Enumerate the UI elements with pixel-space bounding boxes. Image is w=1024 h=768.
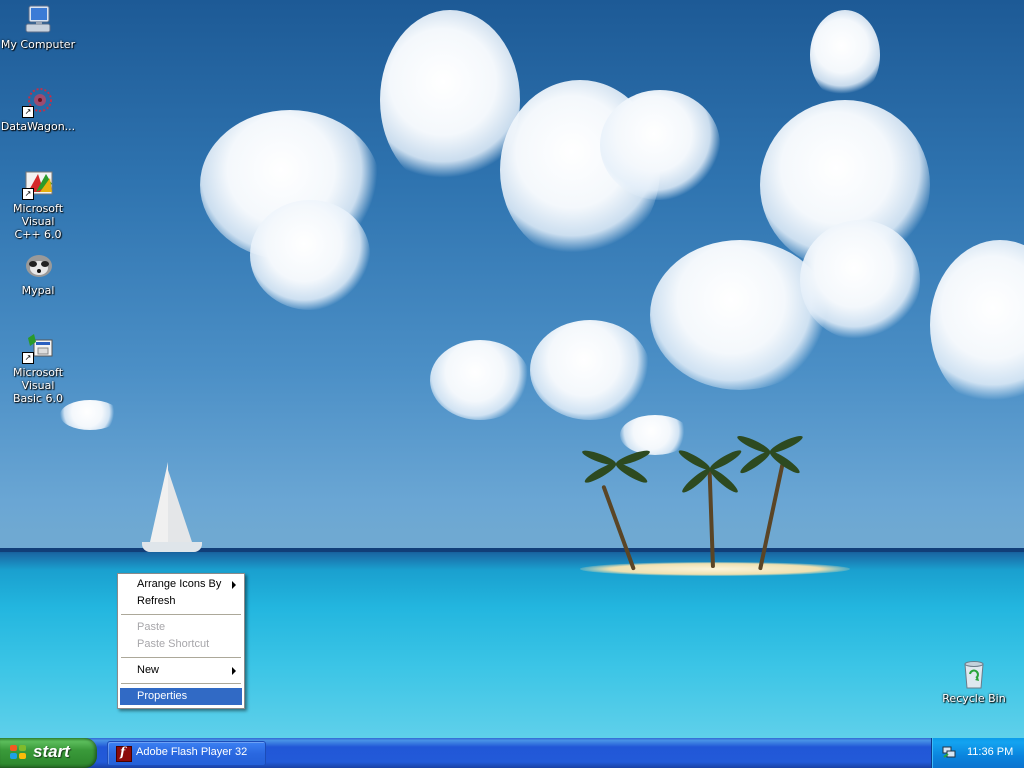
cloud bbox=[250, 200, 370, 310]
desktop-icon-recycle-bin[interactable]: Recycle Bin bbox=[936, 658, 1012, 705]
mypal-icon bbox=[22, 250, 54, 282]
sailboat-sail bbox=[150, 462, 168, 542]
desktop-icon-visual-cpp[interactable]: ↗ Microsoft Visual C++ 6.0 bbox=[0, 168, 76, 241]
cloud bbox=[430, 340, 530, 420]
desktop-context-menu: Arrange Icons By Refresh Paste Paste Sho… bbox=[117, 573, 245, 709]
sandbar bbox=[580, 562, 850, 576]
taskbar: start Adobe Flash Player 32 11:36 PM bbox=[0, 738, 1024, 768]
menu-item-label: New bbox=[137, 664, 160, 676]
menu-item-label: Refresh bbox=[137, 595, 176, 607]
recycle-bin-icon bbox=[958, 658, 990, 690]
start-label: start bbox=[33, 742, 70, 761]
clock[interactable]: 11:36 PM bbox=[967, 746, 1013, 758]
palm-frond bbox=[738, 448, 773, 476]
palm-frond bbox=[614, 460, 650, 486]
visual-basic-icon: ↗ bbox=[22, 332, 54, 364]
sailboat-sail bbox=[168, 470, 192, 542]
desktop-icon-label: DataWagon... bbox=[0, 120, 76, 133]
palm-frond bbox=[767, 448, 802, 476]
menu-item-label: Paste Shortcut bbox=[137, 638, 210, 650]
menu-item-refresh[interactable]: Refresh bbox=[120, 593, 242, 610]
menu-item-label: Paste bbox=[137, 621, 166, 633]
flash-player-icon bbox=[116, 745, 132, 762]
taskbar-button-label: Adobe Flash Player 32 bbox=[136, 746, 248, 758]
desktop-icon-label: My Computer bbox=[0, 38, 76, 51]
menu-separator bbox=[121, 614, 241, 615]
desktop-icon-label: Microsoft Visual C++ 6.0 bbox=[12, 202, 64, 241]
desktop-icon-my-computer[interactable]: My Computer bbox=[0, 4, 76, 51]
menu-item-new[interactable]: New bbox=[120, 662, 242, 679]
menu-item-properties[interactable]: Properties bbox=[120, 688, 242, 705]
menu-item-paste: Paste bbox=[120, 619, 242, 636]
desktop-icon-datawagon[interactable]: ↗ DataWagon... bbox=[0, 86, 76, 133]
cloud bbox=[600, 90, 720, 200]
menu-item-label: Arrange Icons By bbox=[137, 578, 222, 590]
sailboat-hull bbox=[142, 542, 202, 552]
menu-item-label: Properties bbox=[137, 690, 188, 702]
shortcut-arrow-icon: ↗ bbox=[22, 352, 34, 364]
menu-item-paste-shortcut: Paste Shortcut bbox=[120, 636, 242, 653]
desktop-icon-mypal[interactable]: Mypal bbox=[0, 250, 76, 297]
network-icon[interactable] bbox=[942, 745, 956, 759]
desktop-wallpaper[interactable]: My Computer ↗ DataWagon... ↗ Microsoft V… bbox=[0, 0, 1024, 738]
menu-separator bbox=[121, 683, 241, 684]
shortcut-arrow-icon: ↗ bbox=[22, 188, 34, 200]
desktop-icon-label: Mypal bbox=[21, 284, 55, 297]
cloud bbox=[530, 320, 650, 420]
windows-logo-icon bbox=[10, 745, 27, 761]
submenu-arrow-icon bbox=[232, 667, 236, 675]
submenu-arrow-icon bbox=[232, 581, 236, 589]
palm-frond bbox=[582, 460, 618, 486]
shortcut-arrow-icon: ↗ bbox=[22, 106, 34, 118]
start-button[interactable]: start bbox=[0, 738, 97, 768]
menu-separator bbox=[121, 657, 241, 658]
cloud bbox=[380, 10, 520, 190]
datawagon-icon: ↗ bbox=[22, 86, 54, 118]
visual-cpp-icon: ↗ bbox=[22, 168, 54, 200]
my-computer-icon bbox=[22, 4, 54, 36]
taskbar-button-flash-player[interactable]: Adobe Flash Player 32 bbox=[107, 741, 266, 766]
system-tray: 11:36 PM bbox=[931, 738, 1024, 768]
menu-item-arrange-icons-by[interactable]: Arrange Icons By bbox=[120, 576, 242, 593]
cloud bbox=[930, 240, 1024, 410]
cloud bbox=[810, 10, 880, 100]
cloud bbox=[800, 220, 920, 340]
desktop-icon-label: Recycle Bin bbox=[942, 692, 1006, 705]
desktop-icon-visual-basic[interactable]: ↗ Microsoft Visual Basic 6.0 bbox=[0, 332, 76, 405]
desktop-icon-label: Microsoft Visual Basic 6.0 bbox=[12, 366, 64, 405]
